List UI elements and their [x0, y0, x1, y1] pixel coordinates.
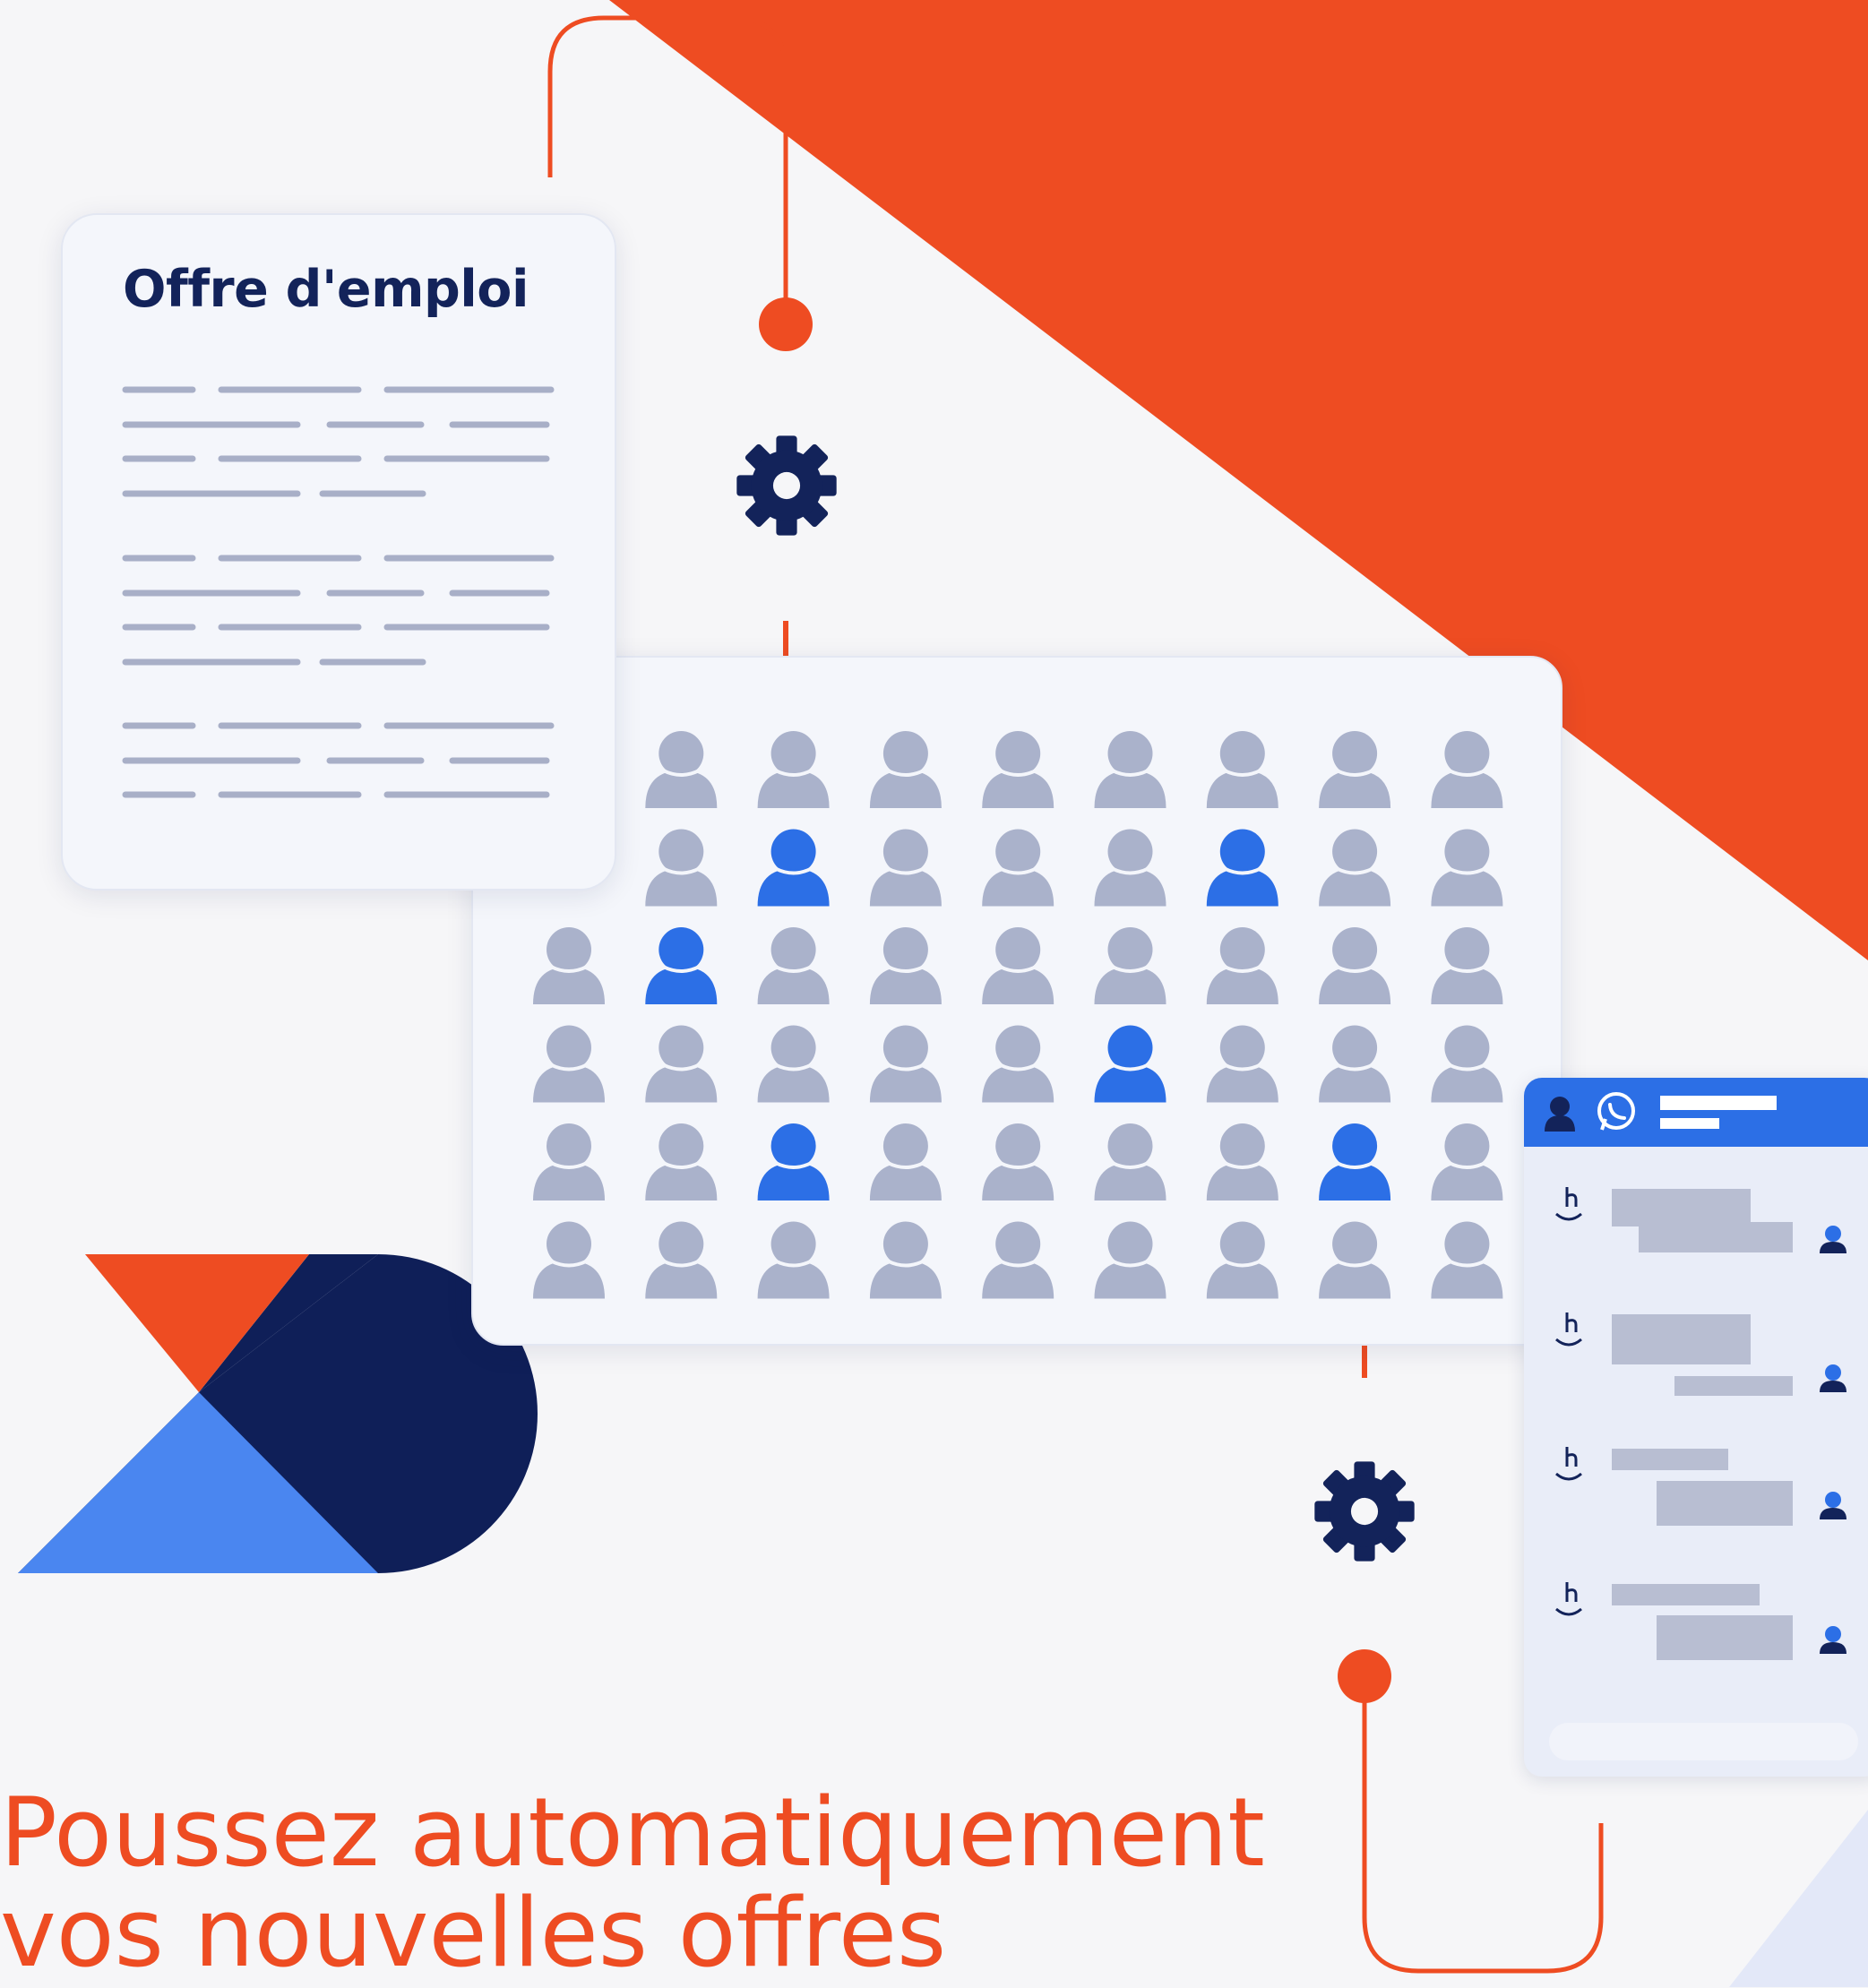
candidate-icon [757, 1221, 830, 1299]
brand-h-icon [1555, 1447, 1582, 1481]
outgoing-message-bubble [1657, 1481, 1793, 1526]
candidate-highlighted-icon [757, 1123, 830, 1201]
headline-line-1: Poussez automatiquement [0, 1777, 1265, 1888]
candidate-icon [645, 1221, 718, 1299]
job-offer-text-placeholder [122, 386, 555, 798]
outgoing-message-bubble [1639, 1222, 1793, 1252]
candidate-icon [1319, 1025, 1391, 1103]
gear-icon [736, 435, 837, 536]
candidate-icon [1319, 731, 1391, 808]
brand-h-icon [1555, 1187, 1582, 1221]
candidate-icon [1431, 731, 1503, 808]
candidate-icon [869, 731, 942, 808]
candidates-card [471, 656, 1562, 1346]
candidate-icon [645, 731, 718, 808]
candidate-icon [1206, 1123, 1278, 1201]
brand-h-icon [1555, 1312, 1582, 1347]
candidate-icon [1319, 1221, 1391, 1299]
incoming-message-bubble [1612, 1584, 1760, 1605]
person-icon [1820, 1226, 1846, 1253]
candidate-icon [1094, 829, 1166, 907]
outgoing-message-bubble [1657, 1615, 1793, 1660]
candidate-icon [533, 1221, 605, 1299]
candidate-icon [533, 1123, 605, 1201]
candidate-icon [1206, 1221, 1278, 1299]
candidate-icon [533, 927, 605, 1004]
candidate-icon [1094, 927, 1166, 1004]
candidate-icon [982, 731, 1055, 808]
candidate-highlighted-icon [1206, 829, 1278, 907]
outgoing-message-bubble [1674, 1376, 1793, 1396]
candidate-icon [982, 1221, 1055, 1299]
candidate-icon [1206, 927, 1278, 1004]
chat-header-status-placeholder [1660, 1118, 1719, 1129]
candidate-icon [645, 1025, 718, 1103]
candidate-icon [1431, 829, 1503, 907]
candidate-highlighted-icon [1094, 1025, 1166, 1103]
candidate-icon [645, 1123, 718, 1201]
candidate-icon [1431, 1221, 1503, 1299]
incoming-message-bubble [1612, 1189, 1751, 1226]
candidate-icon [645, 829, 718, 907]
candidate-icon [1431, 1025, 1503, 1103]
connector-dot-top [759, 297, 813, 351]
candidate-icon [1094, 731, 1166, 808]
candidate-icon [757, 731, 830, 808]
person-icon [1820, 1626, 1846, 1654]
candidate-icon [1206, 731, 1278, 808]
headline: Poussez automatiquement vos nouvelles of… [0, 1783, 1868, 1984]
candidate-icon [1094, 1123, 1166, 1201]
candidate-icon [757, 927, 830, 1004]
person-icon [1820, 1364, 1846, 1392]
candidate-icon [1319, 829, 1391, 907]
chat-input-field[interactable] [1549, 1723, 1858, 1760]
whatsapp-icon [1597, 1092, 1635, 1131]
brand-logo-mark [18, 1254, 538, 1573]
incoming-message-bubble [1612, 1449, 1728, 1470]
candidate-icon [869, 927, 942, 1004]
candidate-highlighted-icon [1319, 1123, 1391, 1201]
gear-icon [1314, 1461, 1415, 1562]
chat-header-name-placeholder [1660, 1096, 1777, 1110]
chat-window [1524, 1078, 1868, 1777]
candidate-icon [1206, 1025, 1278, 1103]
candidates-grid [533, 731, 1503, 1299]
candidate-highlighted-icon [645, 927, 718, 1004]
candidate-icon [982, 1025, 1055, 1103]
candidate-icon [982, 829, 1055, 907]
candidate-icon [982, 1123, 1055, 1201]
candidate-icon [982, 927, 1055, 1004]
incoming-message-bubble [1612, 1314, 1751, 1364]
candidate-icon [869, 1123, 942, 1201]
brand-h-icon [1555, 1582, 1582, 1616]
job-offer-card: Offre d'emploi [61, 213, 616, 891]
candidate-icon [869, 1221, 942, 1299]
chat-content [1545, 1092, 1858, 1760]
candidate-icon [869, 1025, 942, 1103]
candidate-highlighted-icon [757, 829, 830, 907]
candidate-icon [1319, 927, 1391, 1004]
candidate-icon [533, 1025, 605, 1103]
candidate-icon [1431, 927, 1503, 1004]
candidate-icon [869, 829, 942, 907]
person-icon [1545, 1097, 1575, 1132]
candidate-icon [1431, 1123, 1503, 1201]
person-icon [1820, 1492, 1846, 1519]
candidate-icon [757, 1025, 830, 1103]
candidate-icon [1094, 1221, 1166, 1299]
headline-line-2: vos nouvelles offres [0, 1878, 947, 1988]
